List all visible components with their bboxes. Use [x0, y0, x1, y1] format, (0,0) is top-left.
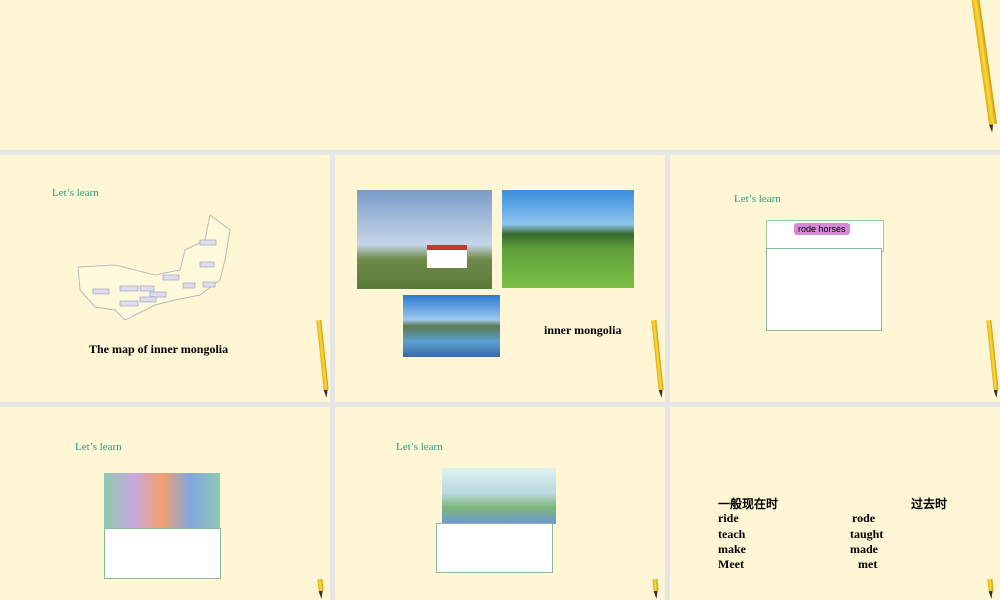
- lets-learn-label: Let’s learn: [52, 187, 99, 199]
- pencil-icon: [317, 578, 324, 592]
- pencil-icon: [651, 319, 664, 391]
- slide-thumbnail-pagodas[interactable]: Let’s learn: [335, 407, 665, 600]
- past-tense-header: 过去时: [911, 497, 948, 511]
- verb-present: make: [718, 542, 746, 556]
- lets-learn-label: Let’s learn: [734, 193, 781, 205]
- verb-past: met: [858, 557, 878, 571]
- inner-mongolia-map: [77, 215, 231, 320]
- pencil-icon: [986, 319, 999, 391]
- grassland-photo: [502, 190, 634, 288]
- slide-thumbnail-children[interactable]: Let’s learn: [0, 407, 330, 600]
- verb-present: teach: [718, 527, 746, 541]
- lets-learn-label: Let’s learn: [396, 441, 443, 453]
- verb-past: taught: [850, 527, 884, 541]
- yurt-photo: [357, 190, 492, 289]
- slide-thumbnail-verb-table[interactable]: 一般现在时 过去时 ride rode teach taught make ma…: [670, 407, 1000, 600]
- pencil-icon: [987, 578, 994, 592]
- map-caption: The map of inner mongolia: [89, 342, 229, 356]
- slide-thumbnail-rode-horses[interactable]: Let’s learn rode horses: [670, 155, 1000, 402]
- slide-thumbnail-photos[interactable]: inner mongolia: [335, 155, 665, 402]
- children-cartoon: [104, 473, 220, 529]
- photos-caption: inner mongolia: [544, 323, 622, 337]
- verb-past: rode: [852, 511, 876, 525]
- pagoda-cartoon: [442, 468, 556, 524]
- river-cattle-photo: [403, 295, 500, 357]
- slide-thumbnail-map[interactable]: Let’s learn The map of inner mongolia: [0, 155, 330, 402]
- image-placeholder: [436, 523, 553, 573]
- present-tense-header: 一般现在时: [718, 497, 779, 511]
- image-placeholder: [766, 248, 882, 331]
- pencil-icon: [652, 578, 659, 592]
- verb-present: ride: [718, 511, 739, 525]
- verb-present: Meet: [718, 557, 744, 571]
- lets-learn-label: Let’s learn: [75, 441, 122, 453]
- pencil-icon: [316, 319, 329, 391]
- rode-horses-label: rode horses: [794, 223, 850, 235]
- image-placeholder: [104, 528, 221, 579]
- verb-past: made: [850, 542, 878, 556]
- pencil-icon: [970, 0, 998, 125]
- slide-thumbnail-top[interactable]: [0, 0, 1000, 150]
